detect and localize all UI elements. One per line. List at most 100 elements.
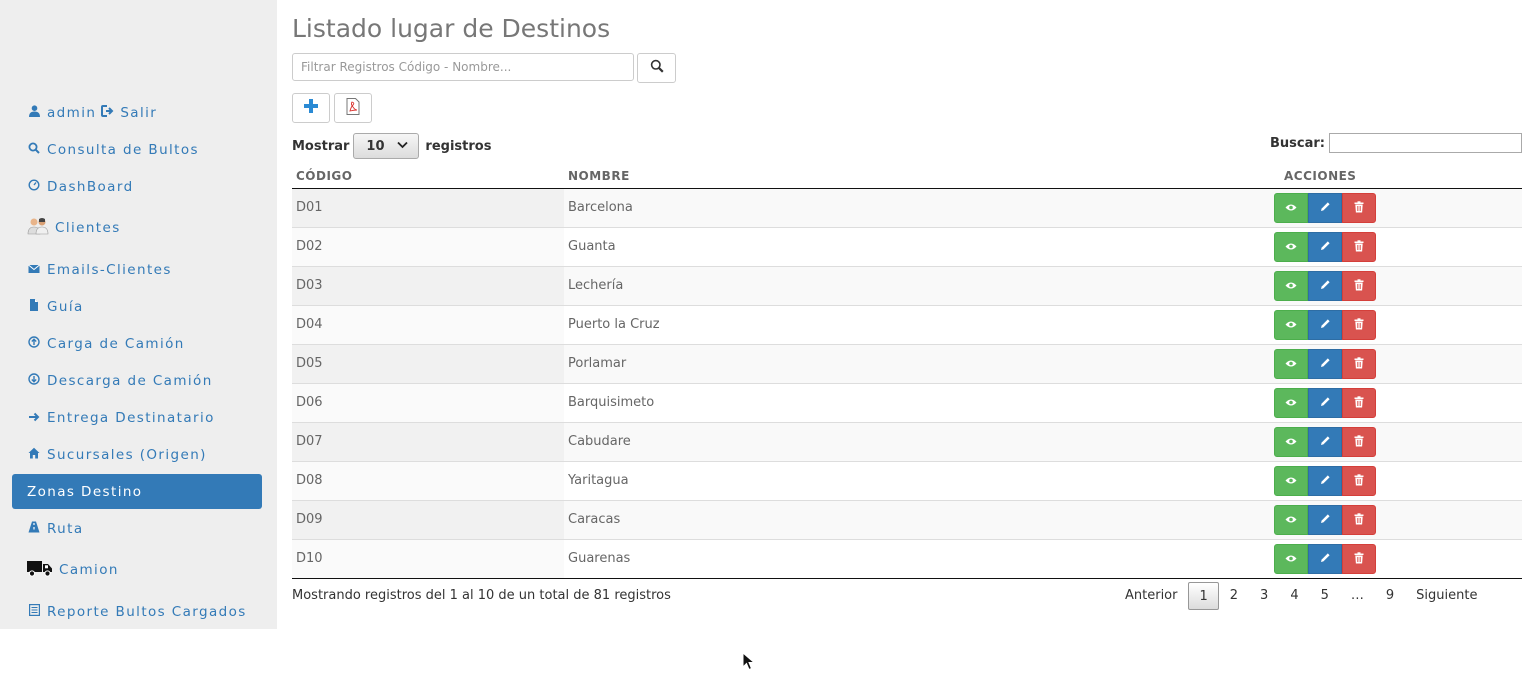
- table-row: D08 Yaritagua: [292, 462, 1522, 501]
- sidebar-item-ruta[interactable]: Ruta: [12, 511, 262, 546]
- page-length-select[interactable]: 10: [353, 133, 420, 159]
- sidebar-item-label: Camion: [59, 561, 119, 578]
- column-header-codigo[interactable]: CÓDIGO: [296, 169, 352, 183]
- table-search-label: Buscar:: [1270, 135, 1325, 151]
- delete-button[interactable]: [1342, 193, 1376, 223]
- table-row: D07 Cabudare: [292, 423, 1522, 462]
- pagination-page-2[interactable]: 2: [1219, 582, 1249, 610]
- pagination-page-3[interactable]: 3: [1249, 582, 1279, 610]
- length-control: Mostrar 10 registros: [292, 133, 491, 159]
- cell-codigo: D07: [292, 423, 564, 461]
- sidebar-item-entrega-destinatario[interactable]: Entrega Destinatario: [12, 400, 262, 435]
- edit-button[interactable]: [1308, 427, 1342, 457]
- view-button[interactable]: [1274, 505, 1308, 535]
- table-search: Buscar:: [1270, 133, 1522, 153]
- cell-nombre: Guanta: [568, 239, 616, 254]
- edit-button[interactable]: [1308, 544, 1342, 574]
- cell-nombre: Cabudare: [568, 434, 631, 449]
- logout-link[interactable]: Salir: [120, 105, 157, 121]
- pencil-icon: [1320, 396, 1331, 410]
- sidebar-item-label: Consulta de Bultos: [47, 141, 199, 158]
- cell-codigo: D03: [292, 267, 564, 305]
- view-button[interactable]: [1274, 349, 1308, 379]
- sidebar-item-emails-clientes[interactable]: Emails-Clientes: [12, 252, 262, 287]
- row-actions: [1274, 232, 1376, 262]
- eye-icon: [1285, 474, 1297, 488]
- cell-nombre: Puerto la Cruz: [568, 317, 660, 332]
- delete-button[interactable]: [1342, 388, 1376, 418]
- sidebar-item-guia[interactable]: Guía: [12, 289, 262, 324]
- delete-button[interactable]: [1342, 427, 1376, 457]
- sidebar-item-zonas-destino[interactable]: Zonas Destino: [12, 474, 262, 509]
- delete-button[interactable]: [1342, 544, 1376, 574]
- sidebar-item-dashboard[interactable]: DashBoard: [12, 169, 262, 204]
- envelope-icon: [27, 263, 41, 277]
- sidebar-item-label: Carga de Camión: [47, 335, 185, 352]
- view-button[interactable]: [1274, 388, 1308, 418]
- cell-nombre: Barquisimeto: [568, 395, 655, 410]
- sidebar-item-consulta-bultos[interactable]: Consulta de Bultos: [12, 132, 262, 167]
- view-button[interactable]: [1274, 232, 1308, 262]
- edit-button[interactable]: [1308, 310, 1342, 340]
- view-button[interactable]: [1274, 310, 1308, 340]
- pagination-page-9[interactable]: 9: [1375, 582, 1405, 610]
- sidebar-item-clientes[interactable]: Clientes: [12, 210, 262, 245]
- table-row: D04 Puerto la Cruz: [292, 306, 1522, 345]
- edit-button[interactable]: [1308, 232, 1342, 262]
- eye-icon: [1285, 318, 1297, 332]
- edit-button[interactable]: [1308, 349, 1342, 379]
- trash-icon: [1354, 395, 1364, 411]
- view-button[interactable]: [1274, 271, 1308, 301]
- sidebar-item-label: Clientes: [55, 219, 121, 236]
- eye-icon: [1285, 279, 1297, 293]
- sidebar-item-reporte-bultos[interactable]: Reporte Bultos Cargados: [12, 594, 262, 629]
- cell-codigo: D06: [292, 384, 564, 422]
- pdf-export-button[interactable]: [334, 93, 372, 123]
- sidebar-item-descarga-camion[interactable]: Descarga de Camión: [12, 363, 262, 398]
- eye-icon: [1285, 240, 1297, 254]
- delete-button[interactable]: [1342, 505, 1376, 535]
- sidebar-item-camion[interactable]: Camion: [12, 552, 262, 587]
- page-title: Listado lugar de Destinos: [292, 14, 611, 43]
- edit-button[interactable]: [1308, 388, 1342, 418]
- view-button[interactable]: [1274, 466, 1308, 496]
- delete-button[interactable]: [1342, 271, 1376, 301]
- chevron-down-icon: [397, 139, 409, 152]
- cell-codigo: D10: [292, 540, 564, 578]
- row-actions: [1274, 388, 1376, 418]
- eye-icon: [1285, 357, 1297, 371]
- delete-button[interactable]: [1342, 466, 1376, 496]
- delete-button[interactable]: [1342, 349, 1376, 379]
- pagination-page-1[interactable]: 1: [1188, 582, 1219, 610]
- edit-button[interactable]: [1308, 193, 1342, 223]
- pagination-next[interactable]: Siguiente: [1405, 582, 1488, 610]
- pagination-page-5[interactable]: 5: [1310, 582, 1340, 610]
- cell-codigo: D02: [292, 228, 564, 266]
- length-suffix: registros: [425, 138, 492, 154]
- sidebar-item-carga-camion[interactable]: Carga de Camión: [12, 326, 262, 361]
- sidebar: admin Salir Consulta de Bultos DashBoard…: [0, 0, 277, 629]
- table-search-input[interactable]: [1329, 133, 1522, 153]
- table-row: D03 Lechería: [292, 267, 1522, 306]
- edit-button[interactable]: [1308, 505, 1342, 535]
- view-button[interactable]: [1274, 193, 1308, 223]
- pencil-icon: [1320, 513, 1331, 527]
- delete-button[interactable]: [1342, 310, 1376, 340]
- edit-button[interactable]: [1308, 466, 1342, 496]
- filter-input[interactable]: [292, 53, 634, 81]
- add-button[interactable]: [292, 93, 330, 123]
- file-icon: [27, 299, 41, 314]
- view-button[interactable]: [1274, 544, 1308, 574]
- pencil-icon: [1320, 552, 1331, 566]
- edit-button[interactable]: [1308, 271, 1342, 301]
- pagination-prev[interactable]: Anterior: [1114, 582, 1188, 610]
- eye-icon: [1285, 396, 1297, 410]
- sidebar-item-sucursales[interactable]: Sucursales (Origen): [12, 437, 262, 472]
- pencil-icon: [1320, 279, 1331, 293]
- delete-button[interactable]: [1342, 232, 1376, 262]
- sidebar-username[interactable]: admin: [47, 105, 96, 121]
- column-header-nombre[interactable]: NOMBRE: [568, 169, 630, 183]
- view-button[interactable]: [1274, 427, 1308, 457]
- pagination-page-4[interactable]: 4: [1279, 582, 1309, 610]
- search-button[interactable]: [637, 53, 676, 83]
